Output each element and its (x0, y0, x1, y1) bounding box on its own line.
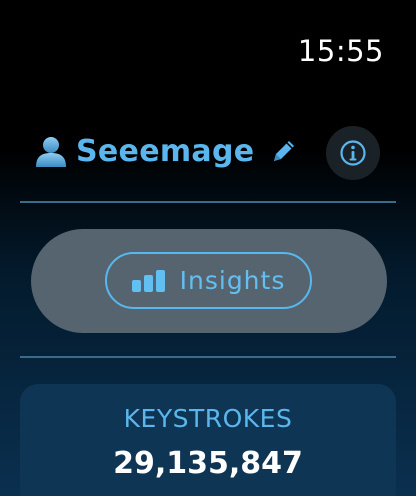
insights-label: Insights (179, 266, 286, 295)
divider-top (20, 201, 396, 203)
keystrokes-value: 29,135,847 (113, 446, 303, 481)
info-icon (340, 140, 366, 166)
divider-bottom (20, 356, 396, 358)
insights-panel: Insights (31, 229, 387, 333)
insights-button[interactable]: Insights (105, 252, 312, 309)
bar-chart-icon (131, 269, 165, 292)
pencil-icon[interactable] (270, 137, 298, 165)
watch-screen: 15:55 Seeemage Insights KEYSTROKES 29,13… (0, 0, 416, 496)
username[interactable]: Seeemage (76, 134, 254, 169)
info-button[interactable] (326, 126, 380, 180)
keystrokes-card: KEYSTROKES 29,135,847 (20, 384, 396, 496)
user-silhouette-icon (36, 137, 66, 167)
keystrokes-label: KEYSTROKES (123, 404, 293, 433)
profile-header: Seeemage (34, 126, 380, 180)
status-time: 15:55 (297, 34, 384, 68)
